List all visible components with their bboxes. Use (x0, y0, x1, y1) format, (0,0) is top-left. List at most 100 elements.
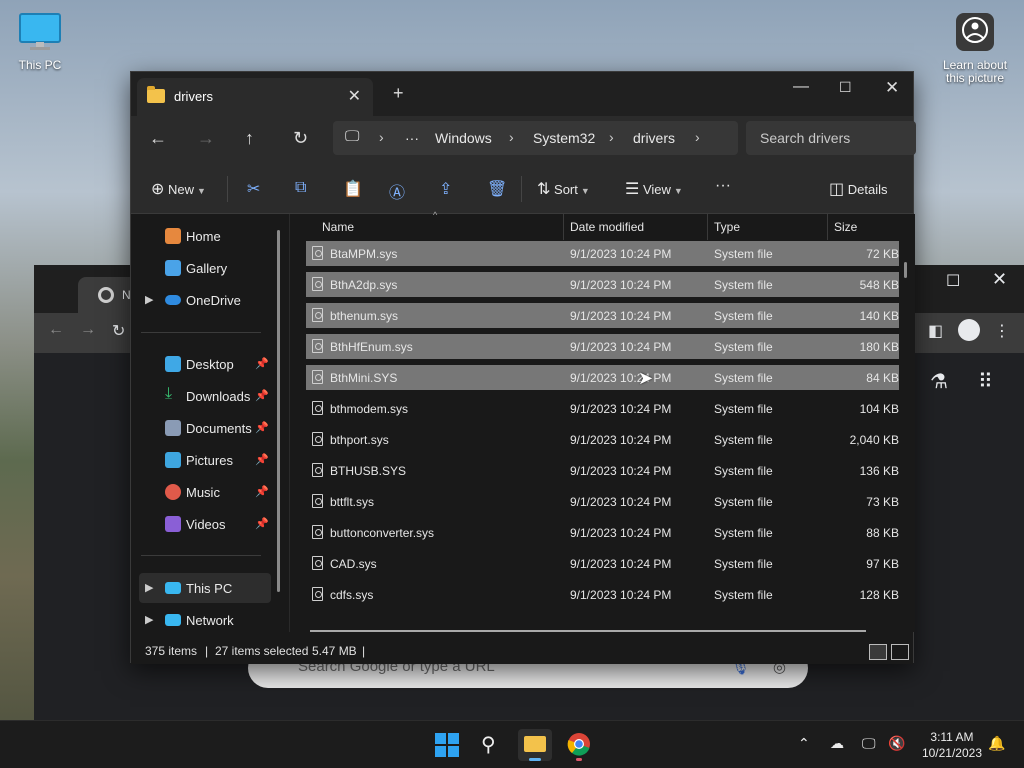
chevron-up-icon[interactable]: ⌃ (798, 735, 810, 752)
notification-bell-icon[interactable]: 🔔 (988, 735, 1005, 752)
taskbar-chrome[interactable] (562, 729, 596, 761)
close-window-icon[interactable]: ✕ (885, 78, 899, 98)
cut-button[interactable]: ✂ (247, 179, 260, 199)
explorer-title-bar: drivers ✕ + — ☐ ✕ (131, 72, 913, 116)
table-row[interactable]: buttonconverter.sys 9/1/2023 10:24 PM Sy… (306, 520, 899, 545)
close-tab-icon[interactable]: ✕ (348, 86, 361, 106)
nav-item-documents[interactable]: Documents 📌 (139, 413, 271, 443)
chrome-sidepanel-icon[interactable]: ◧ (928, 321, 943, 341)
share-button[interactable]: ⇪ (439, 179, 452, 199)
file-explorer-window[interactable]: drivers ✕ + — ☐ ✕ ← → ↑ ↻ 🖵 › ··· Window… (130, 71, 916, 664)
details-view-icon[interactable] (869, 644, 887, 660)
back-icon[interactable]: ← (149, 128, 167, 149)
breadcrumb[interactable]: 🖵 › ··· Windows › System32 › drivers › (333, 121, 738, 155)
table-row[interactable]: cdfs.sys 9/1/2023 10:24 PM System file 1… (306, 582, 899, 607)
forward-icon[interactable]: → (197, 128, 215, 149)
file-date: 9/1/2023 10:24 PM (570, 309, 672, 323)
breadcrumb-item[interactable]: Windows (435, 130, 492, 146)
clipboard-icon: 📋 (343, 181, 363, 198)
nav-item-onedrive[interactable]: ▶ OneDrive (139, 285, 271, 315)
view-button[interactable]: ☰ View ▼ (625, 179, 683, 199)
pin-icon[interactable]: 📌 (255, 389, 269, 402)
pin-icon[interactable]: 📌 (255, 517, 269, 530)
chrome-back-icon[interactable]: ← (48, 321, 64, 339)
desktop-icon-this-pc[interactable]: This PC (14, 12, 66, 72)
refresh-icon[interactable]: ↻ (293, 128, 308, 149)
chrome-reload-icon[interactable]: ↻ (112, 321, 125, 341)
table-row[interactable]: BthA2dp.sys 9/1/2023 10:24 PM System fil… (306, 272, 899, 297)
chevron-right-icon[interactable]: ▶ (145, 613, 153, 626)
details-button[interactable]: ◫ Details (829, 179, 888, 199)
nav-item-home[interactable]: Home (139, 221, 271, 251)
nav-item-gallery[interactable]: Gallery (139, 253, 271, 283)
pin-icon[interactable]: 📌 (255, 453, 269, 466)
search-button[interactable]: ⚲ (474, 729, 508, 761)
chevron-right-icon[interactable]: ▶ (145, 581, 153, 594)
nav-item-network[interactable]: ▶ Network (139, 605, 271, 635)
breadcrumb-overflow-icon[interactable]: ··· (405, 130, 419, 146)
search-input[interactable]: Search drivers (746, 121, 916, 155)
copy-button[interactable]: ⧉ (295, 179, 306, 197)
onedrive-status-icon[interactable]: ☁ (830, 735, 844, 752)
chrome-menu-icon[interactable]: ⋮ (994, 321, 1010, 341)
file-list-vertical-scrollbar[interactable] (904, 262, 907, 278)
volume-muted-icon[interactable]: 🔇 (888, 735, 905, 752)
file-type: System file (714, 340, 773, 354)
new-button[interactable]: ⊕ New ▼ (151, 179, 206, 199)
breadcrumb-item[interactable]: System32 (533, 130, 595, 146)
pin-icon[interactable]: 📌 (255, 485, 269, 498)
chrome-maximize-icon[interactable]: ☐ (946, 271, 960, 291)
chrome-profile-icon[interactable] (958, 319, 980, 341)
rename-button[interactable]: Ⓐ (389, 179, 405, 203)
file-list-horizontal-scrollbar[interactable] (310, 630, 866, 632)
column-header-size[interactable]: Size (834, 220, 857, 234)
file-size: 73 KB (866, 495, 899, 509)
start-button[interactable] (430, 729, 464, 761)
explorer-tab-drivers[interactable]: drivers ✕ (137, 78, 373, 116)
chrome-forward-icon[interactable]: → (80, 321, 96, 339)
pc-breadcrumb-icon[interactable]: 🖵 (345, 128, 359, 145)
table-row[interactable]: BTHUSB.SYS 9/1/2023 10:24 PM System file… (306, 458, 899, 483)
table-row[interactable]: bthenum.sys 9/1/2023 10:24 PM System fil… (306, 303, 899, 328)
music-icon (165, 484, 181, 500)
file-date: 9/1/2023 10:24 PM (570, 278, 672, 292)
taskbar-clock[interactable]: 3:11 AM 10/21/2023 (922, 729, 982, 761)
labs-flask-icon[interactable]: ⚗ (930, 369, 948, 394)
more-options-button[interactable]: ··· (715, 177, 731, 195)
maximize-icon[interactable]: ☐ (839, 79, 852, 96)
nav-item-videos[interactable]: Videos 📌 (139, 509, 271, 539)
up-icon[interactable]: ↑ (245, 128, 254, 149)
nav-item-downloads[interactable]: ⤓ Downloads 📌 (139, 381, 271, 411)
pin-icon[interactable]: 📌 (255, 357, 269, 370)
new-tab-icon[interactable]: + (393, 83, 404, 104)
chevron-right-icon[interactable]: ▶ (145, 293, 153, 306)
paste-button[interactable]: 📋 (343, 179, 363, 199)
column-header-name[interactable]: Name (322, 220, 354, 234)
nav-scrollbar[interactable] (277, 230, 280, 592)
breadcrumb-item[interactable]: drivers (633, 130, 675, 146)
nav-item-music[interactable]: Music 📌 (139, 477, 271, 507)
taskbar-file-explorer[interactable] (518, 729, 552, 761)
table-row[interactable]: BtaMPM.sys 9/1/2023 10:24 PM System file… (306, 241, 899, 266)
apps-grid-icon[interactable]: ⠿ (978, 369, 993, 394)
delete-button[interactable]: 🗑 (487, 179, 507, 199)
table-row[interactable]: BthMini.SYS 9/1/2023 10:24 PM System fil… (306, 365, 899, 390)
table-row[interactable]: bthmodem.sys 9/1/2023 10:24 PM System fi… (306, 396, 899, 421)
column-header-type[interactable]: Type (714, 220, 740, 234)
nav-item-pictures[interactable]: Pictures 📌 (139, 445, 271, 475)
table-row[interactable]: bttflt.sys 9/1/2023 10:24 PM System file… (306, 489, 899, 514)
large-icons-view-icon[interactable] (891, 644, 909, 660)
table-row[interactable]: CAD.sys 9/1/2023 10:24 PM System file 97… (306, 551, 899, 576)
pin-icon[interactable]: 📌 (255, 421, 269, 434)
nav-item-desktop[interactable]: Desktop 📌 (139, 349, 271, 379)
chrome-close-icon[interactable]: ✕ (992, 269, 1007, 290)
table-row[interactable]: bthport.sys 9/1/2023 10:24 PM System fil… (306, 427, 899, 452)
minimize-icon[interactable]: — (793, 78, 809, 96)
sort-button[interactable]: ⇅ Sort ▼ (537, 179, 590, 199)
nav-item-this-pc[interactable]: ▶ This PC (139, 573, 271, 603)
file-name: cdfs.sys (330, 588, 374, 602)
network-icon[interactable]: 🖵 (862, 735, 876, 752)
column-header-date[interactable]: Date modified (570, 220, 644, 234)
table-row[interactable]: BthHfEnum.sys 9/1/2023 10:24 PM System f… (306, 334, 899, 359)
desktop-icon-learn-about-picture[interactable]: Learn about this picture (936, 12, 1014, 85)
